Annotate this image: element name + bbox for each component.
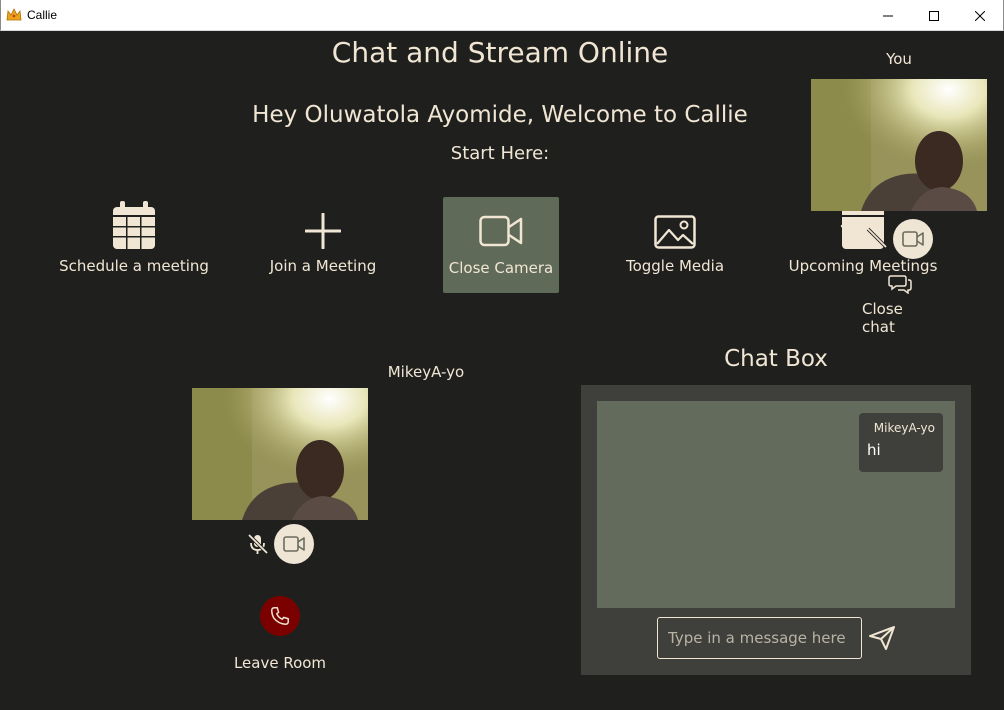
mic-off-icon[interactable] xyxy=(246,532,270,556)
chat-bubbles-icon xyxy=(888,275,912,294)
plus-icon xyxy=(305,213,341,249)
message-sender: MikeyA-yo xyxy=(873,421,935,435)
leave-room-button[interactable] xyxy=(260,596,300,636)
window-title: Callie xyxy=(27,8,58,22)
maximize-icon xyxy=(929,10,939,21)
send-icon xyxy=(869,626,895,650)
close-chat-label: Close chat xyxy=(862,300,903,336)
message-input[interactable] xyxy=(657,617,862,659)
toggle-media-button[interactable]: Toggle Media xyxy=(617,197,733,293)
self-camera-button[interactable] xyxy=(893,219,933,259)
chat-messages: MikeyA-yo hi xyxy=(597,401,955,608)
join-meeting-label: Join a Meeting xyxy=(269,257,377,275)
title-bar: Callie xyxy=(0,0,1004,31)
video-camera-icon xyxy=(479,215,523,247)
minimize-icon xyxy=(883,15,893,16)
calendar-icon xyxy=(113,201,155,249)
webcam-feed xyxy=(811,79,987,211)
close-chat-button[interactable]: Close chat xyxy=(862,274,938,336)
chat-message: MikeyA-yo hi xyxy=(859,413,943,472)
join-meeting-button[interactable]: Join a Meeting xyxy=(265,197,381,293)
mic-off-icon[interactable] xyxy=(838,222,862,246)
close-button[interactable] xyxy=(957,0,1003,31)
maximize-button[interactable] xyxy=(911,0,957,31)
chat-box-title: Chat Box xyxy=(724,346,828,372)
phone-icon xyxy=(271,607,289,625)
remote-participant-name: MikeyA-yo xyxy=(387,363,465,381)
crown-icon xyxy=(6,8,22,21)
chat-panel: MikeyA-yo hi xyxy=(581,385,971,675)
webcam-feed xyxy=(192,388,368,520)
schedule-meeting-button[interactable]: Schedule a meeting xyxy=(59,197,209,293)
self-video xyxy=(811,79,987,211)
schedule-meeting-label: Schedule a meeting xyxy=(59,257,209,275)
send-button[interactable] xyxy=(867,623,897,653)
remote-camera-button[interactable] xyxy=(274,524,314,564)
close-camera-button[interactable]: Close Camera xyxy=(443,197,559,293)
close-camera-label: Close Camera xyxy=(448,259,554,277)
close-icon xyxy=(975,10,985,21)
mic-off-icon[interactable] xyxy=(865,226,889,250)
toggle-media-label: Toggle Media xyxy=(625,257,725,275)
video-camera-icon xyxy=(283,536,305,552)
leave-room-label: Leave Room xyxy=(233,654,327,672)
self-video-label: You xyxy=(886,50,912,68)
image-icon xyxy=(654,215,696,249)
message-text: hi xyxy=(867,441,881,459)
upcoming-meetings-label: Upcoming Meetings xyxy=(788,257,938,275)
minimize-button[interactable] xyxy=(865,0,911,31)
video-camera-icon xyxy=(902,231,924,247)
remote-video xyxy=(192,388,368,520)
